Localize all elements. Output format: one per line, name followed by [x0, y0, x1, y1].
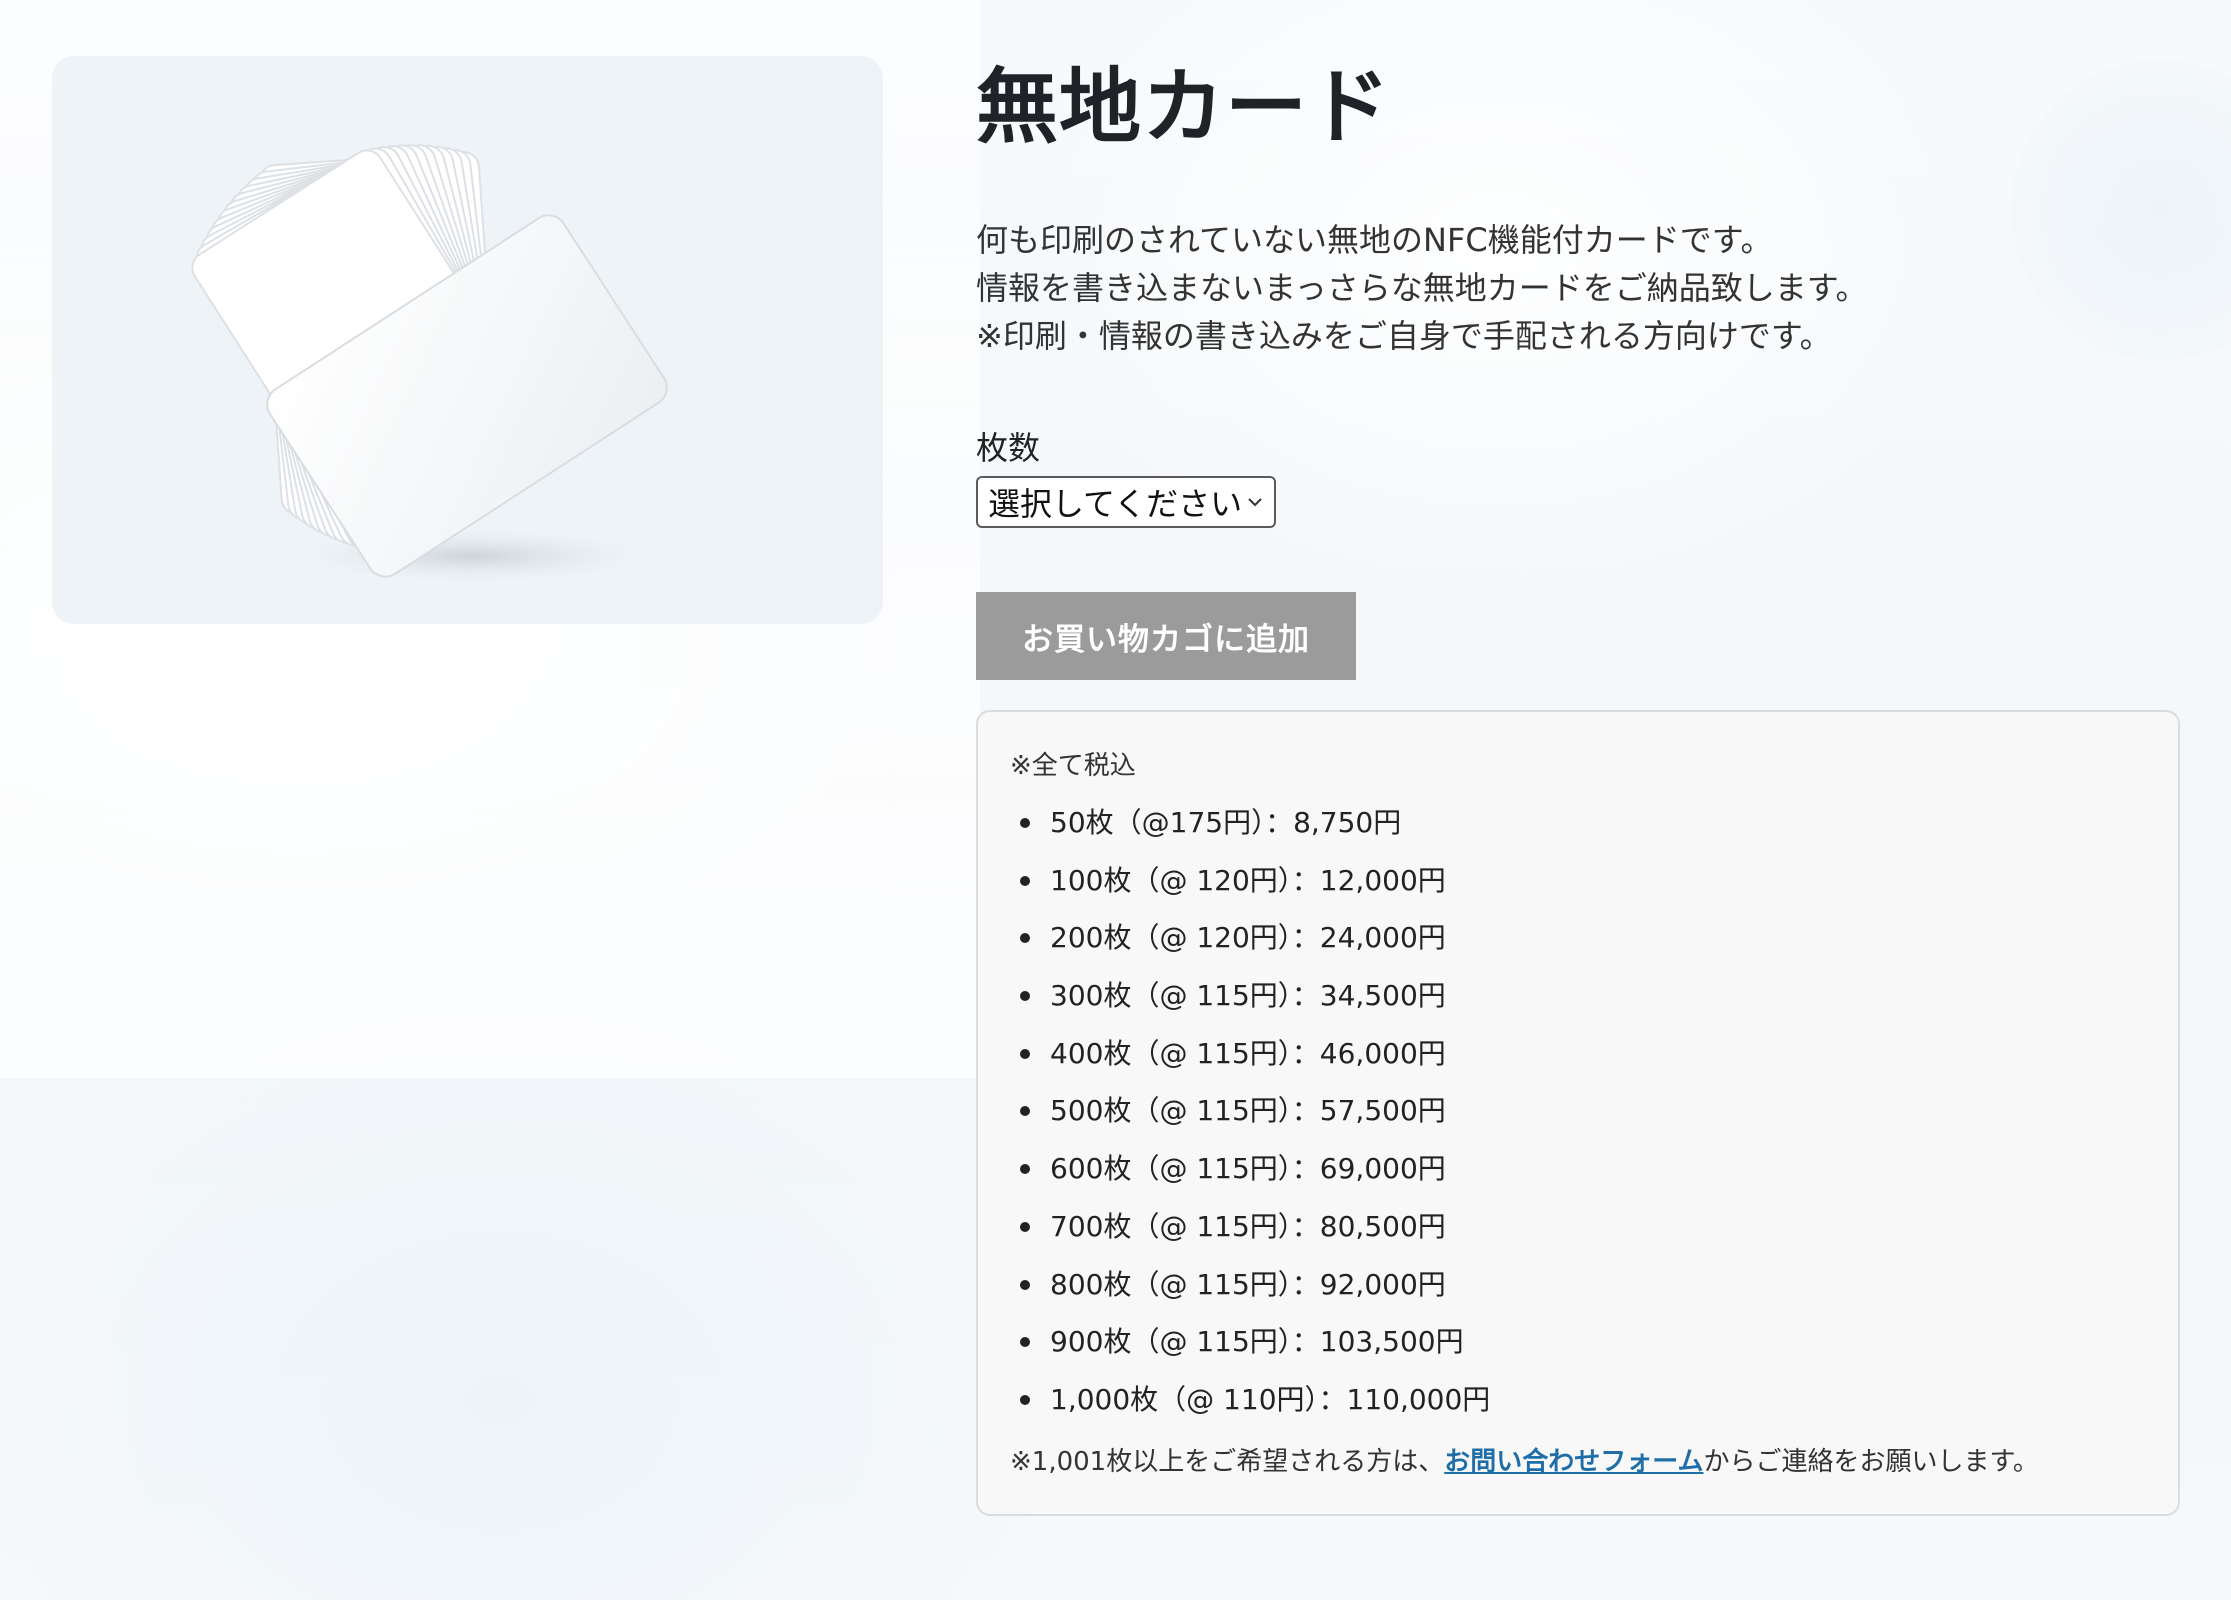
- chevron-down-icon: [1248, 498, 1262, 507]
- quantity-select[interactable]: 選択してください: [976, 476, 1276, 528]
- price-item-text: 50枚（@175円）：8,750円: [1050, 806, 1402, 839]
- bullet-icon: [1020, 1337, 1030, 1348]
- bullet-icon: [1020, 875, 1030, 886]
- price-item-text: 900枚（@ 115円）：103,500円: [1050, 1325, 1464, 1359]
- product-description: 何も印刷のされていない無地のNFC機能付カードです。 情報を書き込まないまっさら…: [976, 216, 2076, 360]
- price-item: 400枚（@ 115円）：46,000円: [1010, 1031, 1490, 1089]
- bullet-icon: [1020, 1048, 1030, 1059]
- description-line: 情報を書き込まないまっさらな無地カードをご納品致します。: [976, 269, 1868, 307]
- price-item: 100枚（@ 120円）：12,000円: [1010, 858, 1490, 916]
- price-item-text: 200枚（@ 120円）：24,000円: [1050, 921, 1446, 955]
- tax-note: ※全て税込: [1010, 751, 1136, 781]
- description-line: ※印刷・情報の書き込みをご自身で手配される方向けです。: [976, 317, 1832, 355]
- bullet-icon: [1020, 1221, 1030, 1232]
- add-to-cart-button[interactable]: お買い物カゴに追加: [976, 592, 1356, 680]
- price-item: 50枚（@175円）：8,750円: [1010, 800, 1490, 858]
- price-item: 200枚（@ 120円）：24,000円: [1010, 915, 1490, 973]
- quantity-select-value: 選択してください: [988, 485, 1243, 523]
- contact-note-after: からご連絡をお願いします。: [1703, 1447, 2039, 1477]
- price-item-text: 100枚（@ 120円）：12,000円: [1050, 863, 1446, 897]
- blank-card-stack-icon: [191, 144, 668, 582]
- price-item-text: 400枚（@ 115円）：46,000円: [1050, 1036, 1446, 1070]
- price-item: 1,000枚（@ 110円）：110,000円: [1010, 1377, 1490, 1435]
- price-item: 300枚（@ 115円）：34,500円: [1010, 973, 1490, 1031]
- bullet-icon: [1020, 818, 1030, 828]
- price-item-text: 500枚（@ 115円）：57,500円: [1050, 1094, 1446, 1128]
- contact-note: ※1,001枚以上をご希望される方は、お問い合わせフォームからご連絡をお願いしま…: [1010, 1442, 2039, 1482]
- price-item-text: 700枚（@ 115円）：80,500円: [1050, 1209, 1446, 1243]
- product-image: [52, 56, 883, 624]
- price-item: 900枚（@ 115円）：103,500円: [1010, 1319, 1490, 1377]
- bullet-icon: [1020, 1106, 1030, 1117]
- price-item-text: 1,000枚（@ 110円）：110,000円: [1050, 1382, 1491, 1416]
- price-item-text: 300枚（@ 115円）：34,500円: [1050, 979, 1446, 1013]
- description-line: 何も印刷のされていない無地のNFC機能付カードです。: [976, 221, 1773, 259]
- price-item: 600枚（@ 115円）：69,000円: [1010, 1146, 1490, 1204]
- contact-note-before: ※1,001枚以上をご希望される方は、: [1010, 1447, 1445, 1477]
- bullet-icon: [1020, 933, 1030, 944]
- bullet-icon: [1020, 1164, 1030, 1175]
- bullet-icon: [1020, 1394, 1030, 1405]
- bullet-icon: [1020, 1279, 1030, 1290]
- contact-form-link[interactable]: お問い合わせフォーム: [1444, 1447, 1703, 1477]
- price-item-text: 800枚（@ 115円）：92,000円: [1050, 1267, 1446, 1301]
- price-item-text: 600枚（@ 115円）：69,000円: [1050, 1152, 1446, 1186]
- price-table: ※全て税込 50枚（@175円）：8,750円 100枚（@ 120円）：12,…: [976, 710, 2180, 1516]
- quantity-label: 枚数: [976, 429, 1041, 467]
- price-item: 500枚（@ 115円）：57,500円: [1010, 1088, 1490, 1146]
- bullet-icon: [1020, 991, 1030, 1002]
- price-item: 700枚（@ 115円）：80,500円: [1010, 1204, 1490, 1262]
- product-title: 無地カード: [976, 60, 1392, 155]
- price-list: 50枚（@175円）：8,750円 100枚（@ 120円）：12,000円 2…: [1010, 800, 1490, 1435]
- price-item: 800枚（@ 115円）：92,000円: [1010, 1262, 1490, 1320]
